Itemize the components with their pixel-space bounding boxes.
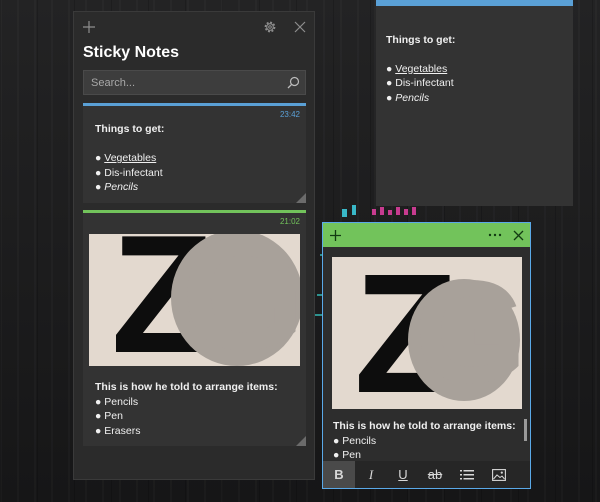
note-heading: Things to get: [95, 123, 165, 135]
search-box[interactable] [83, 70, 306, 95]
note-heading: This is how he told to arrange items: [333, 420, 516, 432]
underline-button[interactable]: U [387, 461, 419, 488]
note-heading: Things to get: [386, 34, 456, 46]
bullet-list-icon [460, 469, 474, 479]
list-item: ● Pencils [333, 434, 377, 447]
plus-icon[interactable] [325, 225, 345, 245]
close-icon[interactable] [290, 17, 310, 37]
italic-button[interactable]: I [355, 461, 387, 488]
note-image: Z G [332, 257, 522, 409]
resize-corner[interactable] [296, 436, 306, 446]
close-icon[interactable] [508, 225, 528, 245]
image-icon [492, 468, 506, 481]
search-input[interactable] [84, 76, 281, 89]
sticky-note-window-green[interactable]: Z G This is how he told to arrange items… [322, 222, 531, 489]
list-item: ● Dis-infectant [95, 166, 163, 179]
list-item: ● Pen [333, 449, 361, 461]
note-card[interactable]: 21:02 Z G This is how he told to arrange… [83, 210, 306, 446]
note-timestamp: 21:02 [279, 217, 300, 226]
list-item: ● Vegetables [95, 152, 157, 165]
list-titlebar [74, 12, 314, 42]
list-item: ● Pencils [95, 181, 139, 194]
list-item: ● Erasers [95, 424, 141, 437]
note-titlebar[interactable] [323, 223, 530, 247]
list-item: ● Pen [95, 410, 123, 423]
strikethrough-button[interactable]: ab [419, 461, 451, 488]
scrollbar[interactable] [524, 419, 527, 441]
insert-image-button[interactable] [483, 461, 515, 488]
list-item: ● Vegetables [386, 62, 448, 75]
app-title: Sticky Notes [83, 44, 180, 61]
sticky-notes-list-window: Sticky Notes 23:42 Things to get: ● Vege… [73, 11, 315, 480]
resize-corner[interactable] [296, 193, 306, 203]
more-icon[interactable] [485, 225, 505, 245]
note-accent-bar [83, 103, 306, 106]
list-item: ● Pencils [95, 395, 139, 408]
gear-icon[interactable] [260, 17, 280, 37]
note-card[interactable]: 23:42 Things to get: ● Vegetables ● Dis-… [83, 103, 306, 203]
note-accent-bar [83, 210, 306, 213]
sticky-note-window-blue[interactable]: Things to get: ● Vegetables ● Dis-infect… [376, 0, 573, 206]
plus-icon[interactable] [79, 17, 99, 37]
note-titlebar[interactable] [376, 0, 573, 6]
list-item: ● Pencils [386, 91, 430, 104]
search-icon[interactable] [281, 71, 305, 94]
format-toolbar: B I U ab [323, 461, 530, 488]
bold-button[interactable]: B [323, 461, 355, 488]
note-timestamp: 23:42 [279, 110, 300, 119]
note-image: Z G [89, 234, 300, 366]
note-heading: This is how he told to arrange items: [95, 381, 278, 393]
bullet-list-button[interactable] [451, 461, 483, 488]
list-item: ● Dis-infectant [386, 77, 454, 90]
